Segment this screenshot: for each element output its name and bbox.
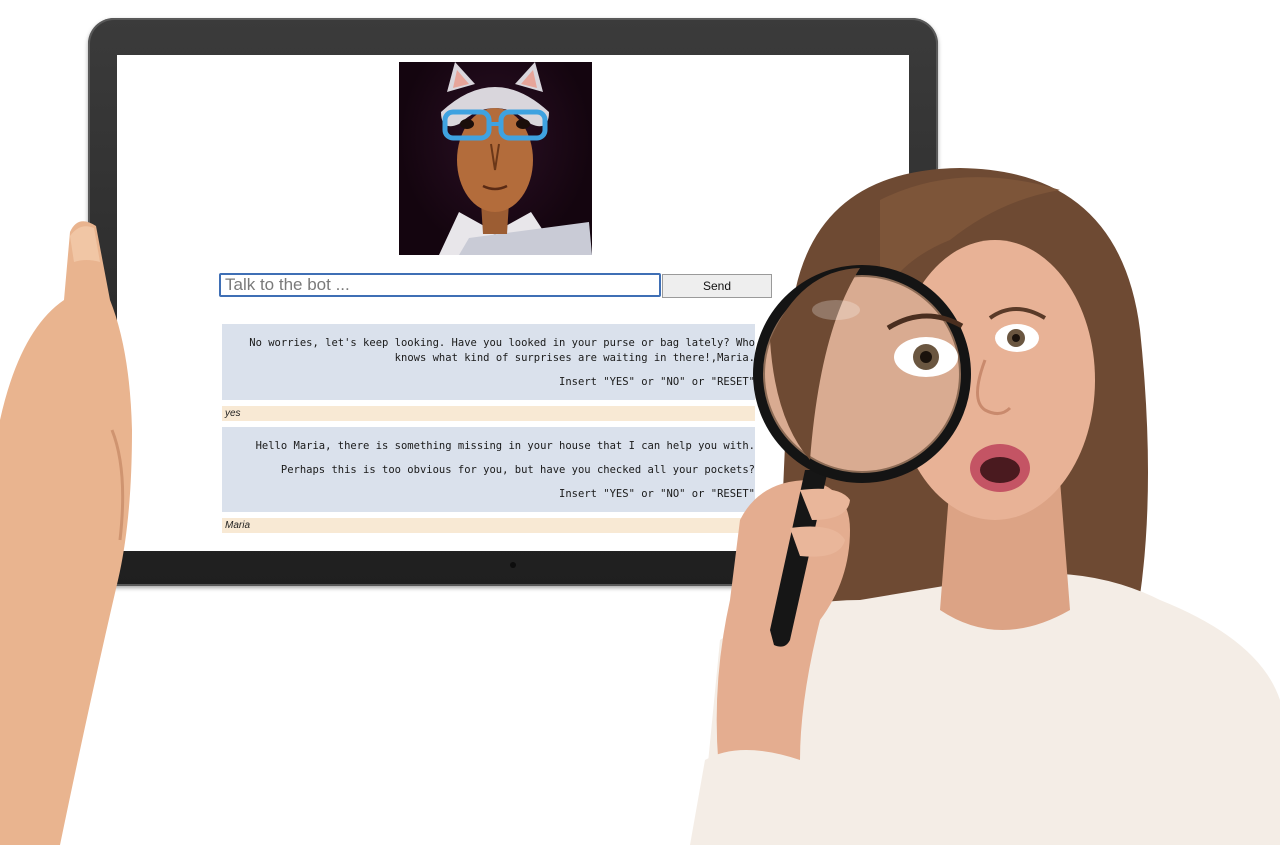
bot-message-line: Insert "YES" or "NO" or "RESET" [559,376,755,388]
bot-message-line: Perhaps this is too obvious for you, but… [280,464,755,476]
chat-messages: No worries, let's keep looking. Have you… [222,324,755,539]
cat-scientist-avatar-icon [439,62,592,255]
bot-message-line: Insert "YES" or "NO" or "RESET" [559,488,755,500]
bot-avatar-image [399,62,592,255]
bot-message: Hello Maria, there is something missing … [222,427,755,512]
bot-message-line: Hello Maria, there is something missing … [255,440,755,452]
send-button[interactable]: Send [662,274,772,298]
bot-message-line: No worries, let's keep looking. Have you… [249,337,755,364]
tablet-camera [510,562,516,568]
user-message: yes [222,406,755,421]
bot-message: No worries, let's keep looking. Have you… [222,324,755,400]
chat-input[interactable] [219,273,661,297]
user-message: Maria [222,518,755,533]
chat-screen: Send No worries, let's keep looking. Hav… [117,55,909,551]
